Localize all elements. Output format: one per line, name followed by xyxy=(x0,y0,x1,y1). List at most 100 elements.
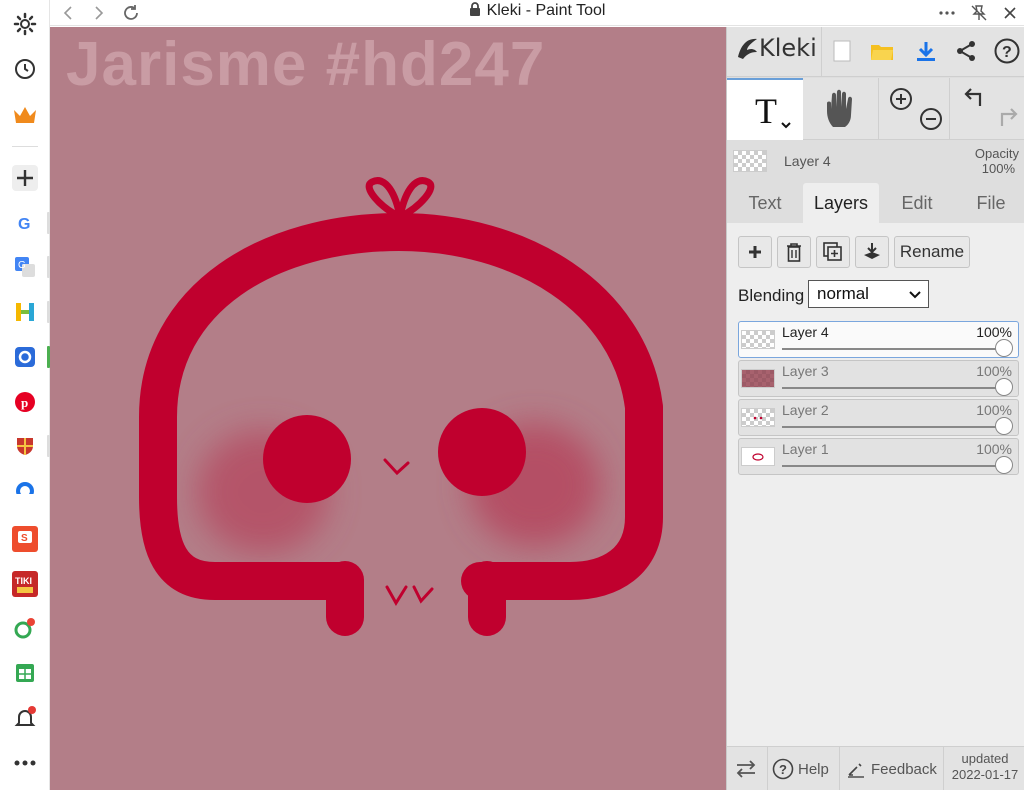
unpin-button[interactable] xyxy=(966,0,992,26)
kleki-logo-text: Kleki xyxy=(759,34,817,62)
layer-opacity: 100% xyxy=(976,402,1012,418)
current-layer-info: Layer 4 Opacity 100% xyxy=(727,140,1024,182)
chevron-down-icon xyxy=(909,291,921,299)
opacity-slider-handle[interactable] xyxy=(995,378,1013,396)
browser-sidebar: G G p S TIKI xyxy=(0,0,50,790)
layer-thumbnail xyxy=(741,408,775,427)
shield-crest-icon[interactable] xyxy=(9,430,41,462)
open-file-button[interactable] xyxy=(865,34,899,68)
footer-divider xyxy=(767,747,768,790)
tab-layers[interactable]: Layers xyxy=(803,183,879,224)
layer-2-preview xyxy=(753,416,763,420)
layer-row-3[interactable]: Layer 3 100% xyxy=(738,360,1019,397)
opacity-slider-track[interactable] xyxy=(782,465,1006,467)
opacity-slider-track[interactable] xyxy=(782,426,1006,428)
text-tool-button[interactable]: T xyxy=(727,78,803,140)
layer-row-2[interactable]: Layer 2 100% xyxy=(738,399,1019,436)
h-app-icon[interactable] xyxy=(9,296,41,328)
duplicate-layer-button[interactable] xyxy=(816,236,850,268)
undo-redo-buttons xyxy=(951,78,1024,140)
feedback-label: Feedback xyxy=(871,760,937,778)
opacity-slider-handle[interactable] xyxy=(995,417,1013,435)
swap-side-button[interactable] xyxy=(735,747,765,790)
layer-row-1[interactable]: Layer 1 100% xyxy=(738,438,1019,475)
panel-header: Kleki ? xyxy=(727,27,1024,77)
window-title: Kleki - Paint Tool xyxy=(50,2,1024,20)
sidebar-divider xyxy=(12,146,38,147)
layer-row-4[interactable]: Layer 4 100% xyxy=(738,321,1019,358)
feedback-icon xyxy=(848,763,864,778)
lock-icon xyxy=(469,2,480,16)
blending-value: normal xyxy=(817,284,869,303)
undo-icon[interactable] xyxy=(963,86,989,110)
sheets-icon[interactable] xyxy=(9,657,41,689)
tab-file[interactable]: File xyxy=(961,183,1021,224)
layer-name: Layer 4 xyxy=(782,324,829,340)
history-icon[interactable] xyxy=(9,53,41,85)
window-title-text: Kleki - Paint Tool xyxy=(486,2,606,19)
tiki-icon[interactable]: TIKI xyxy=(9,568,41,600)
layer-opacity: 100% xyxy=(976,441,1012,457)
svg-text:TIKI: TIKI xyxy=(15,576,32,586)
speedometer-icon[interactable] xyxy=(9,475,41,507)
add-icon[interactable] xyxy=(9,162,41,194)
tab-edit[interactable]: Edit xyxy=(887,183,947,224)
zoom-out-icon[interactable] xyxy=(918,106,944,132)
pinterest-icon[interactable]: p xyxy=(9,386,41,418)
svg-text:G: G xyxy=(18,260,26,271)
plus-icon xyxy=(749,246,761,258)
svg-text:?: ? xyxy=(779,762,787,777)
layers-panel: Rename Blending normal Layer 4 100% Laye… xyxy=(727,223,1024,746)
blending-select[interactable]: normal xyxy=(808,280,929,308)
layer-opacity: 100% xyxy=(976,363,1012,379)
update-info[interactable]: updated 2022-01-17 xyxy=(947,751,1023,783)
footer-divider xyxy=(943,747,944,790)
opacity-slider-track[interactable] xyxy=(782,348,1006,350)
layer-1-preview xyxy=(752,453,764,461)
download-icon xyxy=(917,42,935,61)
settings-icon[interactable] xyxy=(9,8,41,40)
rename-layer-button[interactable]: Rename xyxy=(894,236,970,268)
opacity-slider-handle[interactable] xyxy=(995,456,1013,474)
opacity-slider-handle[interactable] xyxy=(995,339,1013,357)
layer-opacity: 100% xyxy=(976,324,1012,340)
opacity-slider-track[interactable] xyxy=(782,387,1006,389)
swap-arrows-icon xyxy=(736,760,756,778)
tool-row: T xyxy=(727,78,1024,140)
canvas-drawing xyxy=(139,177,663,636)
help-button[interactable]: ? Help xyxy=(772,747,834,790)
share-icon xyxy=(957,41,975,61)
share-button[interactable] xyxy=(949,34,983,68)
hand-icon xyxy=(827,89,852,127)
more-icon[interactable] xyxy=(9,747,41,779)
duplicate-icon xyxy=(823,242,842,261)
shopee-icon[interactable]: S xyxy=(9,523,41,555)
help-label: Help xyxy=(798,760,829,778)
translate-icon[interactable]: G xyxy=(9,251,41,283)
delete-layer-button[interactable] xyxy=(777,236,811,268)
drawing-canvas[interactable]: Jarisme #hd247 xyxy=(50,27,726,790)
layer-thumbnail xyxy=(741,447,775,466)
bell-icon[interactable] xyxy=(9,702,41,734)
close-button[interactable] xyxy=(997,0,1023,26)
kleki-app-icon[interactable] xyxy=(9,341,41,373)
blending-label: Blending xyxy=(738,286,805,305)
kleki-logo[interactable]: Kleki xyxy=(735,34,817,62)
feedback-button[interactable]: Feedback xyxy=(847,747,947,790)
layer-name: Layer 2 xyxy=(782,402,829,418)
zoom-in-icon[interactable] xyxy=(888,86,914,112)
new-image-button[interactable] xyxy=(825,34,859,68)
hand-tool-button[interactable] xyxy=(804,78,879,140)
crown-icon[interactable] xyxy=(9,99,41,131)
redo-icon[interactable] xyxy=(993,106,1019,130)
more-options-button[interactable] xyxy=(934,0,960,26)
download-button[interactable] xyxy=(909,34,943,68)
extension-icon[interactable] xyxy=(9,612,41,644)
merge-layer-button[interactable] xyxy=(855,236,889,268)
layer-thumbnail xyxy=(741,330,775,349)
add-layer-button[interactable] xyxy=(738,236,772,268)
tab-text[interactable]: Text xyxy=(735,183,795,224)
help-header-button[interactable]: ? xyxy=(990,34,1024,68)
google-icon[interactable]: G xyxy=(9,207,41,239)
current-layer-name: Layer 4 xyxy=(784,153,831,169)
